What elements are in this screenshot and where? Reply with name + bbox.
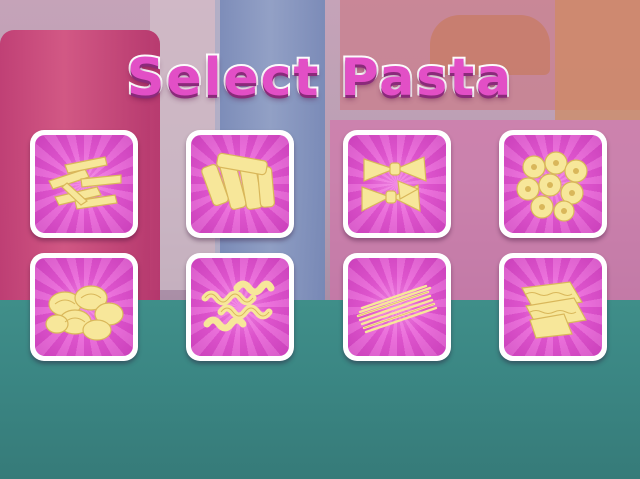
shell-pasta-icon bbox=[45, 285, 124, 341]
fusilli-pasta-icon bbox=[201, 280, 275, 332]
pasta-option-shells[interactable] bbox=[30, 253, 138, 361]
page-title: Select Pasta bbox=[125, 48, 514, 108]
pasta-option-tortellini[interactable] bbox=[499, 130, 607, 238]
pasta-option-farfalle[interactable] bbox=[343, 130, 451, 238]
tortellini-pasta-icon bbox=[516, 151, 588, 222]
farfalle-pasta-icon bbox=[361, 156, 427, 213]
spaghetti-pasta-icon bbox=[356, 284, 438, 334]
penne-pasta-icon bbox=[48, 156, 122, 210]
pasta-option-spaghetti[interactable] bbox=[343, 253, 451, 361]
pasta-option-fusilli[interactable] bbox=[186, 253, 294, 361]
pasta-option-lasagna[interactable] bbox=[499, 253, 607, 361]
rigatoni-pasta-icon bbox=[201, 152, 275, 211]
kitchen-background: Select Pasta bbox=[0, 0, 640, 479]
pasta-option-penne[interactable] bbox=[30, 130, 138, 238]
pasta-option-rigatoni[interactable] bbox=[186, 130, 294, 238]
lasagna-pasta-icon bbox=[521, 281, 587, 339]
